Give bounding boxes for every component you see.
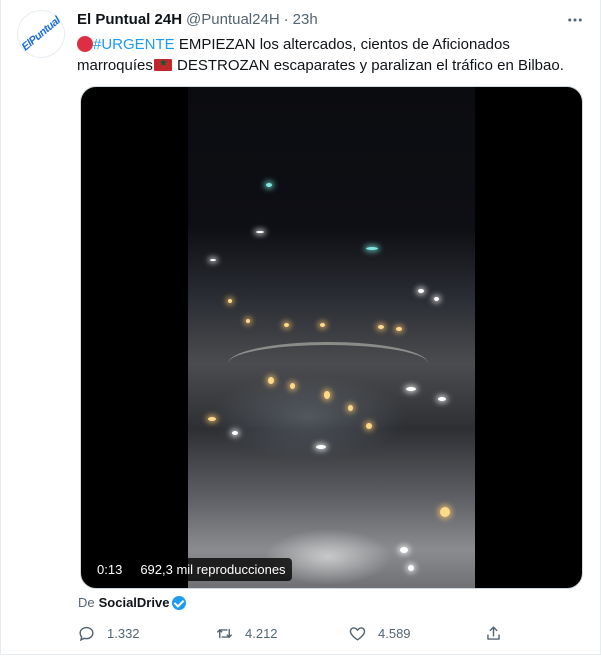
video-duration: 0:13 [91, 557, 129, 581]
video-source: De SocialDrive [78, 595, 187, 610]
avatar-logo-text: ElPuntual [19, 14, 63, 54]
heart-icon [349, 626, 366, 641]
more-options-button[interactable] [561, 8, 589, 32]
morocco-flag-emoji [153, 58, 172, 71]
source-account-link[interactable]: SocialDrive [99, 595, 170, 610]
reply-icon [79, 626, 94, 641]
tweet-card[interactable]: ElPuntual El Puntual 24H @Puntual24H · 2… [0, 0, 601, 655]
video-frame[interactable] [188, 87, 475, 588]
hashtag-link[interactable]: #URGENTE [93, 36, 175, 53]
reply-button[interactable]: 1.332 [77, 621, 140, 645]
source-prefix: De [78, 595, 95, 610]
reply-count: 1.332 [107, 625, 140, 641]
video-meta: 0:13 692,3 mil reproducciones [91, 557, 292, 581]
video-views: 692,3 mil reproducciones [134, 557, 292, 581]
separator-dot: · [283, 11, 289, 28]
tweet-text: #URGENTE EMPIEZAN los altercados, ciento… [77, 34, 587, 76]
share-icon [487, 625, 500, 640]
bridge-shape [228, 342, 428, 385]
more-dots-icon [568, 18, 582, 22]
share-button[interactable] [484, 621, 503, 645]
retweet-count: 4.212 [245, 625, 278, 641]
tweet-actions: 1.332 4.212 4.589 [77, 621, 597, 645]
retweet-icon [217, 628, 232, 638]
author-name[interactable]: El Puntual 24H [77, 11, 182, 28]
like-button[interactable]: 4.589 [348, 621, 411, 645]
tweet-timestamp[interactable]: 23h [293, 11, 318, 28]
tweet-header: El Puntual 24H @Puntual24H · 23h [77, 11, 318, 31]
video-player[interactable]: 0:13 692,3 mil reproducciones [80, 86, 583, 589]
author-handle[interactable]: @Puntual24H [186, 11, 280, 28]
tweet-text-part2: DESTROZAN escaparates y paralizan el trá… [172, 57, 564, 74]
retweet-button[interactable]: 4.212 [215, 621, 278, 645]
red-circle-emoji [77, 36, 93, 52]
like-count: 4.589 [378, 625, 411, 641]
verified-badge-icon [172, 595, 187, 610]
avatar[interactable]: ElPuntual [17, 10, 65, 58]
